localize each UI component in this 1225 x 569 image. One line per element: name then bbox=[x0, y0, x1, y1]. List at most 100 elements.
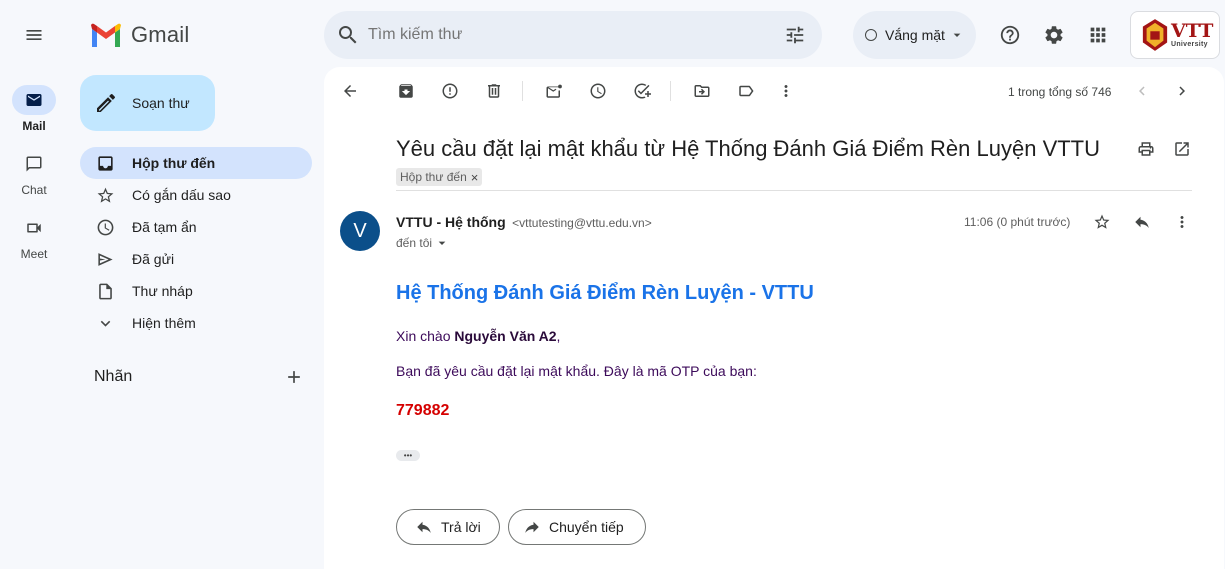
forward-button[interactable]: Chuyển tiếp bbox=[508, 509, 646, 545]
nav-item-sent[interactable]: Đã gửi bbox=[80, 243, 312, 275]
sender-name[interactable]: VTTU - Hệ thống bbox=[396, 214, 506, 230]
labels-heading: Nhãn bbox=[94, 368, 133, 385]
avatar-initial: V bbox=[353, 219, 367, 242]
draft-icon bbox=[99, 283, 112, 299]
meet-icon bbox=[27, 223, 41, 233]
nav-item-starred[interactable]: Có gắn dấu sao bbox=[80, 179, 312, 211]
delete-button[interactable] bbox=[478, 75, 510, 107]
apps-button[interactable] bbox=[1078, 15, 1118, 55]
print-button[interactable] bbox=[1130, 133, 1162, 165]
university-emblem-icon bbox=[1142, 19, 1168, 51]
trash-icon bbox=[488, 84, 500, 98]
rail-label-meet: Meet bbox=[20, 247, 48, 261]
archive-button[interactable] bbox=[390, 75, 422, 107]
email-subject: Yêu cầu đặt lại mật khẩu từ Hệ Thống Đán… bbox=[396, 136, 1101, 161]
add-task-button[interactable] bbox=[626, 75, 658, 107]
reply-label: Trả lời bbox=[441, 519, 481, 535]
chevron-down-icon bbox=[100, 320, 111, 327]
nav-item-drafts[interactable]: Thư nháp bbox=[80, 275, 312, 307]
plus-icon bbox=[288, 371, 300, 383]
gmail-m-icon bbox=[91, 23, 121, 47]
star-outline-icon bbox=[1094, 214, 1110, 229]
account-logo[interactable]: VTT University bbox=[1130, 11, 1220, 59]
toolbar-divider bbox=[522, 81, 523, 101]
nav-label-more: Hiện thêm bbox=[132, 315, 196, 331]
recipients-toggle[interactable]: đến tôi bbox=[396, 235, 450, 251]
nav-item-more[interactable]: Hiện thêm bbox=[80, 307, 312, 339]
labels-button[interactable] bbox=[730, 75, 762, 107]
avatar[interactable]: V bbox=[340, 211, 380, 251]
search-input[interactable] bbox=[368, 23, 768, 47]
inbox-icon bbox=[98, 155, 113, 171]
label-chip-text: Hộp thư đến bbox=[400, 170, 467, 184]
greeting-name: Nguyễn Văn A2 bbox=[454, 328, 557, 344]
print-icon bbox=[1138, 142, 1154, 156]
greeting-suffix: , bbox=[556, 328, 561, 344]
arrow-back-icon bbox=[344, 85, 356, 97]
reply-icon-button[interactable] bbox=[1126, 206, 1158, 238]
add-label-button[interactable] bbox=[274, 357, 314, 397]
reply-icon bbox=[1135, 216, 1149, 228]
toolbar-divider bbox=[670, 81, 671, 101]
recipients-text: đến tôi bbox=[396, 236, 433, 250]
move-to-button[interactable] bbox=[686, 75, 718, 107]
nav-label-drafts: Thư nháp bbox=[132, 283, 193, 299]
back-button[interactable] bbox=[334, 75, 366, 107]
more-vertical-icon bbox=[1180, 216, 1184, 228]
ellipsis-icon: ••• bbox=[403, 451, 413, 460]
help-button[interactable] bbox=[990, 15, 1030, 55]
caret-down-icon bbox=[438, 241, 446, 245]
logo-subtext: University bbox=[1171, 41, 1208, 48]
pencil-icon bbox=[97, 93, 116, 112]
show-trimmed-content-button[interactable]: ••• bbox=[396, 450, 420, 461]
gear-icon bbox=[1045, 26, 1063, 44]
chat-icon bbox=[26, 156, 42, 172]
send-icon bbox=[98, 252, 113, 266]
logo-text: VTT bbox=[1171, 20, 1214, 42]
mark-unread-button[interactable] bbox=[538, 75, 570, 107]
snooze-button[interactable] bbox=[582, 75, 614, 107]
compose-button[interactable]: Soạn thư bbox=[80, 75, 215, 131]
star-button[interactable] bbox=[1086, 206, 1118, 238]
sender-email: <vttutesting@vttu.edu.vn> bbox=[512, 216, 652, 230]
nav-item-inbox[interactable]: Hộp thư đến bbox=[80, 147, 312, 179]
status-dropdown[interactable]: Vắng mặt bbox=[853, 11, 976, 59]
search-bar[interactable] bbox=[324, 11, 822, 59]
menu-icon bbox=[26, 30, 42, 40]
settings-button[interactable] bbox=[1034, 15, 1074, 55]
label-chip[interactable]: Hộp thư đến × bbox=[396, 168, 483, 186]
gmail-logo[interactable]: Gmail bbox=[90, 22, 189, 48]
report-spam-button[interactable] bbox=[434, 75, 466, 107]
forward-label: Chuyển tiếp bbox=[549, 519, 624, 535]
message-more-button[interactable] bbox=[1166, 206, 1198, 238]
main-menu-button[interactable] bbox=[14, 15, 54, 55]
greeting-prefix: Xin chào bbox=[396, 328, 455, 344]
help-icon bbox=[1000, 25, 1020, 45]
more-actions-button[interactable] bbox=[770, 75, 802, 107]
email-greeting: Xin chào Nguyễn Văn A2, bbox=[396, 328, 560, 344]
rail-item-meet[interactable]: Meet bbox=[0, 213, 68, 261]
nav-item-snoozed[interactable]: Đã tạm ẩn bbox=[80, 211, 312, 243]
search-options-icon[interactable] bbox=[784, 24, 806, 46]
reply-button[interactable]: Trả lời bbox=[396, 509, 500, 545]
add-task-icon bbox=[634, 83, 651, 99]
nav-label-sent: Đã gửi bbox=[132, 251, 175, 267]
email-time: 11:06 (0 phút trước) bbox=[964, 215, 1071, 229]
open-new-window-button[interactable] bbox=[1166, 133, 1198, 165]
search-icon[interactable] bbox=[336, 23, 360, 47]
compose-label: Soạn thư bbox=[132, 95, 190, 111]
nav-label-starred: Có gắn dấu sao bbox=[132, 187, 231, 203]
pagination-text: 1 trong tổng số 746 bbox=[1008, 85, 1112, 99]
status-label: Vắng mặt bbox=[885, 27, 945, 43]
older-button[interactable] bbox=[1166, 75, 1198, 107]
clock-icon bbox=[97, 219, 114, 235]
mail-icon bbox=[26, 94, 42, 106]
move-folder-icon bbox=[694, 85, 710, 97]
email-body-heading: Hệ Thống Đánh Giá Điểm Rèn Luyện - VTTU bbox=[396, 282, 814, 304]
rail-item-chat[interactable]: Chat bbox=[0, 149, 68, 197]
status-circle-icon bbox=[865, 29, 877, 41]
remove-label-icon[interactable]: × bbox=[471, 170, 479, 185]
newer-button[interactable] bbox=[1126, 75, 1158, 107]
rail-label-mail: Mail bbox=[22, 119, 46, 133]
rail-item-mail[interactable]: Mail bbox=[0, 85, 68, 133]
